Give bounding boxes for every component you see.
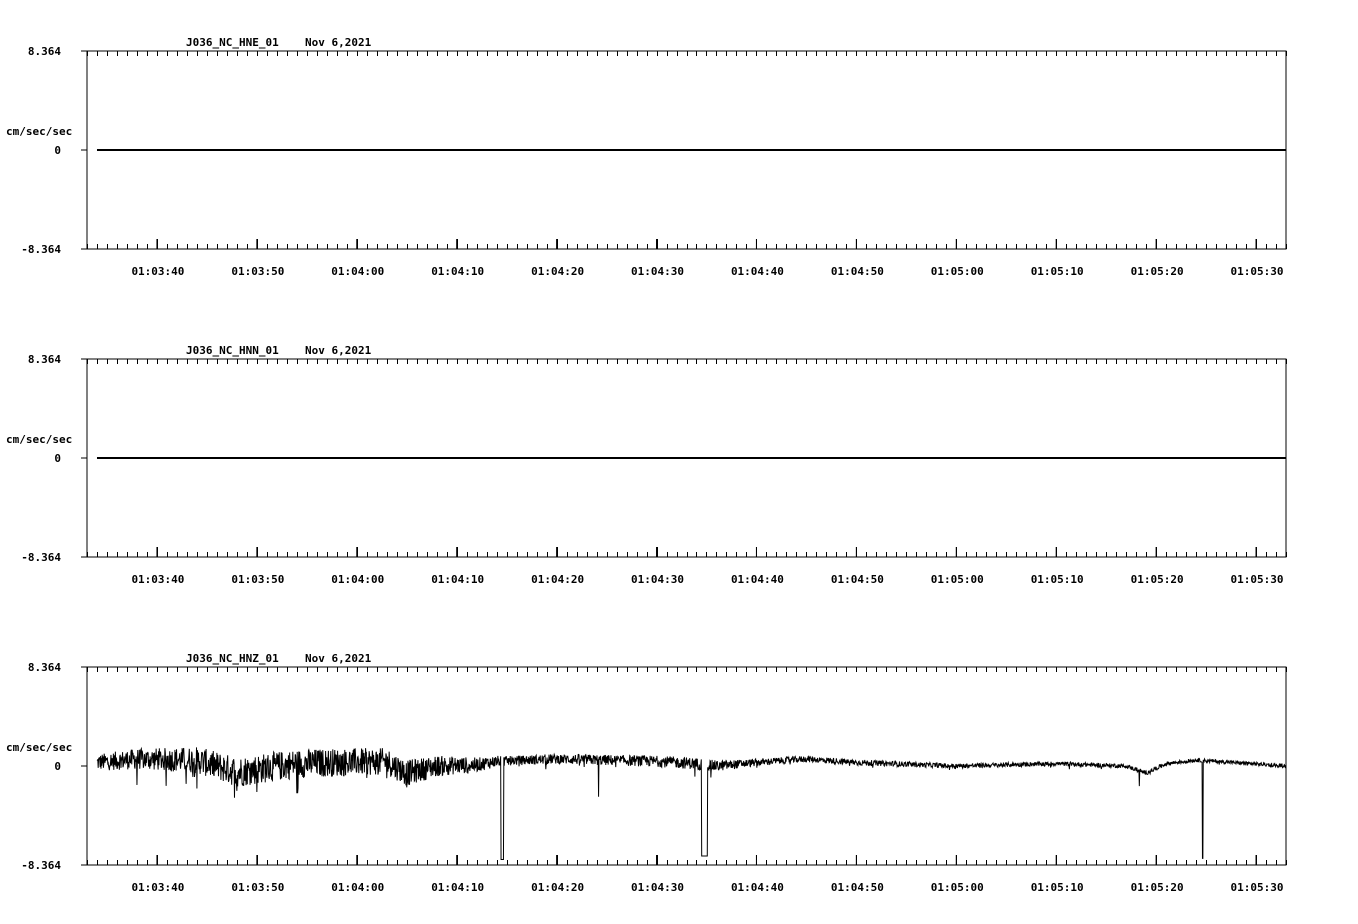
x-tick-label: 01:04:30 bbox=[631, 265, 684, 278]
trace-title: J036_NC_HNN_01 bbox=[186, 344, 279, 357]
x-tick-label: 01:04:40 bbox=[731, 573, 784, 586]
y-tick-label: 8.364 bbox=[28, 661, 61, 674]
y-tick-label: -8.364 bbox=[21, 859, 61, 872]
x-tick-label: 01:05:10 bbox=[1031, 265, 1084, 278]
x-tick-label: 01:05:00 bbox=[931, 265, 984, 278]
y-axis-label: cm/sec/sec bbox=[6, 433, 72, 446]
x-tick-label: 01:04:00 bbox=[331, 265, 384, 278]
x-tick-label: 01:05:20 bbox=[1131, 881, 1184, 894]
x-tick-label: 01:04:50 bbox=[831, 265, 884, 278]
x-tick-label: 01:04:50 bbox=[831, 881, 884, 894]
x-tick-label: 01:05:10 bbox=[1031, 881, 1084, 894]
x-tick-label: 01:05:30 bbox=[1231, 881, 1284, 894]
x-tick-label: 01:05:30 bbox=[1231, 573, 1284, 586]
panel-2: 8.364 0 -8.364 cm/sec/sec J036_NC_HNN_01 Nov … bbox=[6, 344, 1287, 586]
x-tick-label: 01:04:20 bbox=[531, 881, 584, 894]
y-tick-label: 0 bbox=[54, 760, 61, 773]
trace-title: J036_NC_HNZ_01 bbox=[186, 652, 279, 665]
trace-date: Nov 6,2021 bbox=[305, 344, 372, 357]
y-tick-label: -8.364 bbox=[21, 243, 61, 256]
x-tick-label: 01:03:50 bbox=[231, 265, 284, 278]
y-tick-label: 8.364 bbox=[28, 353, 61, 366]
x-tick-label: 01:05:00 bbox=[931, 573, 984, 586]
x-tick-label: 01:04:50 bbox=[831, 573, 884, 586]
y-tick-label: -8.364 bbox=[21, 551, 61, 564]
x-tick-label: 01:04:30 bbox=[631, 881, 684, 894]
trace-date: Nov 6,2021 bbox=[305, 652, 372, 665]
trace-line bbox=[96, 746, 1287, 861]
y-tick-label: 0 bbox=[54, 452, 61, 465]
x-tick-label: 01:05:20 bbox=[1131, 265, 1184, 278]
x-tick-label: 01:03:40 bbox=[131, 573, 184, 586]
y-tick-label: 8.364 bbox=[28, 45, 61, 58]
y-axis-label: cm/sec/sec bbox=[6, 125, 72, 138]
x-tick-label: 01:04:10 bbox=[431, 881, 484, 894]
x-tick-label: 01:05:10 bbox=[1031, 573, 1084, 586]
panel-3: 8.364 0 -8.364 cm/sec/sec J036_NC_HNZ_01 Nov … bbox=[6, 652, 1287, 894]
x-tick-label: 01:03:40 bbox=[131, 265, 184, 278]
x-tick-label: 01:05:00 bbox=[931, 881, 984, 894]
panel-1: 8.364 0 -8.364 cm/sec/sec J036_NC_HNE_01 Nov … bbox=[6, 36, 1287, 278]
x-tick-label: 01:05:20 bbox=[1131, 573, 1184, 586]
trace-date: Nov 6,2021 bbox=[305, 36, 372, 49]
y-axis-label: cm/sec/sec bbox=[6, 741, 72, 754]
seismogram-figure: 8.364 0 -8.364 cm/sec/sec J036_NC_HNE_01 Nov … bbox=[6, 36, 1287, 894]
x-tick-label: 01:03:50 bbox=[231, 573, 284, 586]
x-tick-label: 01:04:20 bbox=[531, 265, 584, 278]
x-tick-label: 01:04:40 bbox=[731, 881, 784, 894]
x-tick-label: 01:04:20 bbox=[531, 573, 584, 586]
x-tick-label: 01:04:00 bbox=[331, 573, 384, 586]
x-tick-label: 01:05:30 bbox=[1231, 265, 1284, 278]
x-tick-label: 01:04:10 bbox=[431, 573, 484, 586]
x-tick-label: 01:03:50 bbox=[231, 881, 284, 894]
x-tick-label: 01:04:00 bbox=[331, 881, 384, 894]
x-tick-label: 01:04:40 bbox=[731, 265, 784, 278]
trace-title: J036_NC_HNE_01 bbox=[186, 36, 279, 49]
x-tick-label: 01:03:40 bbox=[131, 881, 184, 894]
x-tick-label: 01:04:10 bbox=[431, 265, 484, 278]
x-tick-label: 01:04:30 bbox=[631, 573, 684, 586]
y-tick-label: 0 bbox=[54, 144, 61, 157]
